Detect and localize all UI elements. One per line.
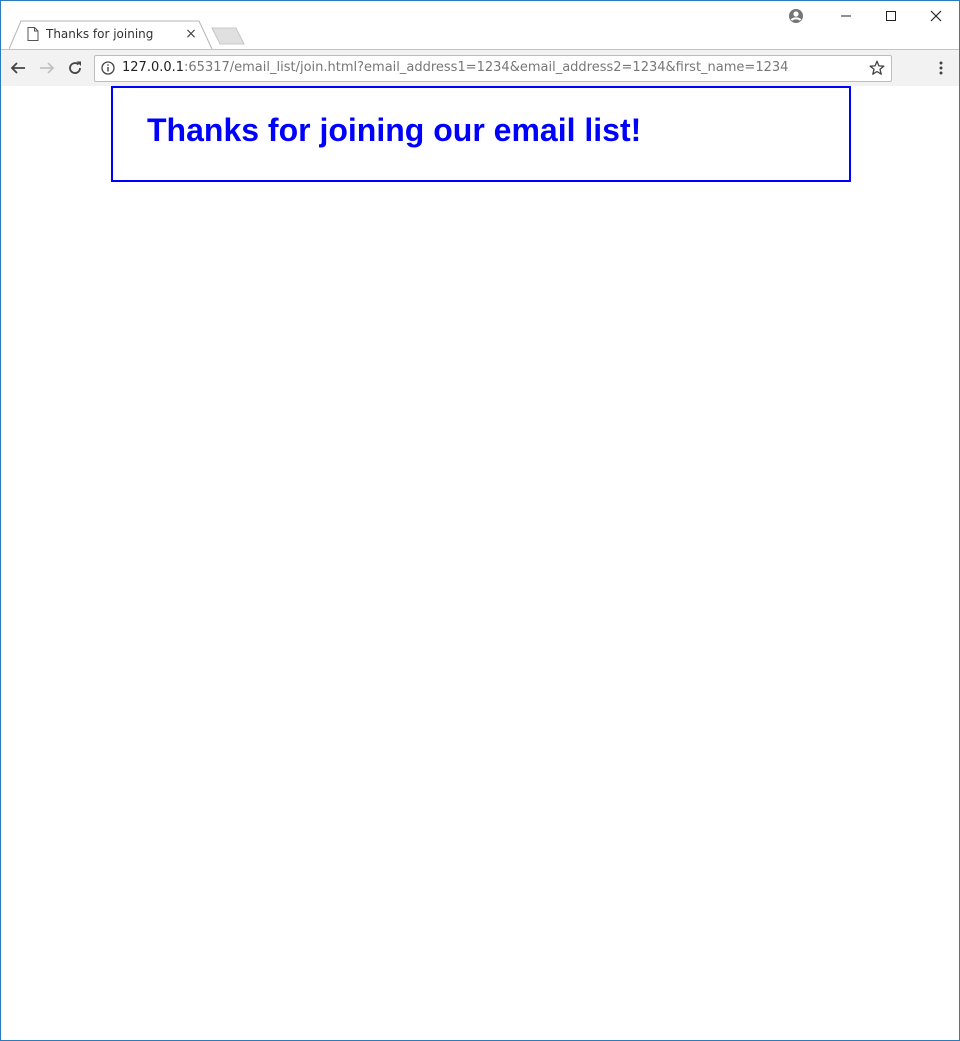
- maximize-icon[interactable]: [868, 5, 914, 27]
- url-text: 127.0.0.1:65317/email_list/join.html?ema…: [122, 60, 788, 75]
- forward-arrow-icon[interactable]: [36, 57, 58, 79]
- browser-toolbar: 127.0.0.1:65317/email_list/join.html?ema…: [1, 49, 959, 87]
- thanks-banner: Thanks for joining our email list!: [111, 86, 851, 182]
- tab-strip: Thanks for joining ×: [1, 1, 959, 50]
- profile-icon[interactable]: [773, 5, 819, 27]
- url-path: :65317/email_list/join.html?email_addres…: [184, 60, 789, 75]
- reload-icon[interactable]: [64, 57, 86, 79]
- address-bar[interactable]: 127.0.0.1:65317/email_list/join.html?ema…: [94, 55, 892, 82]
- minimize-icon[interactable]: [823, 5, 869, 27]
- tab-close-icon[interactable]: ×: [184, 27, 198, 41]
- close-icon[interactable]: [913, 5, 959, 27]
- back-arrow-icon[interactable]: [7, 57, 29, 79]
- info-icon[interactable]: [101, 61, 115, 75]
- browser-window: Thanks for joining × 127.0.0.1:65317/ema…: [0, 0, 960, 1041]
- page-icon: [27, 27, 39, 41]
- page-heading: Thanks for joining our email list!: [147, 112, 642, 148]
- star-icon[interactable]: [869, 60, 885, 76]
- page-content: Thanks for joining our email list!: [1, 86, 959, 1040]
- menu-dots-icon[interactable]: [930, 57, 952, 79]
- tab-title: Thanks for joining: [46, 27, 154, 41]
- new-tab-button[interactable]: [210, 27, 246, 45]
- tab-thanks-for-joining[interactable]: Thanks for joining ×: [9, 20, 213, 50]
- url-host: 127.0.0.1: [122, 60, 185, 75]
